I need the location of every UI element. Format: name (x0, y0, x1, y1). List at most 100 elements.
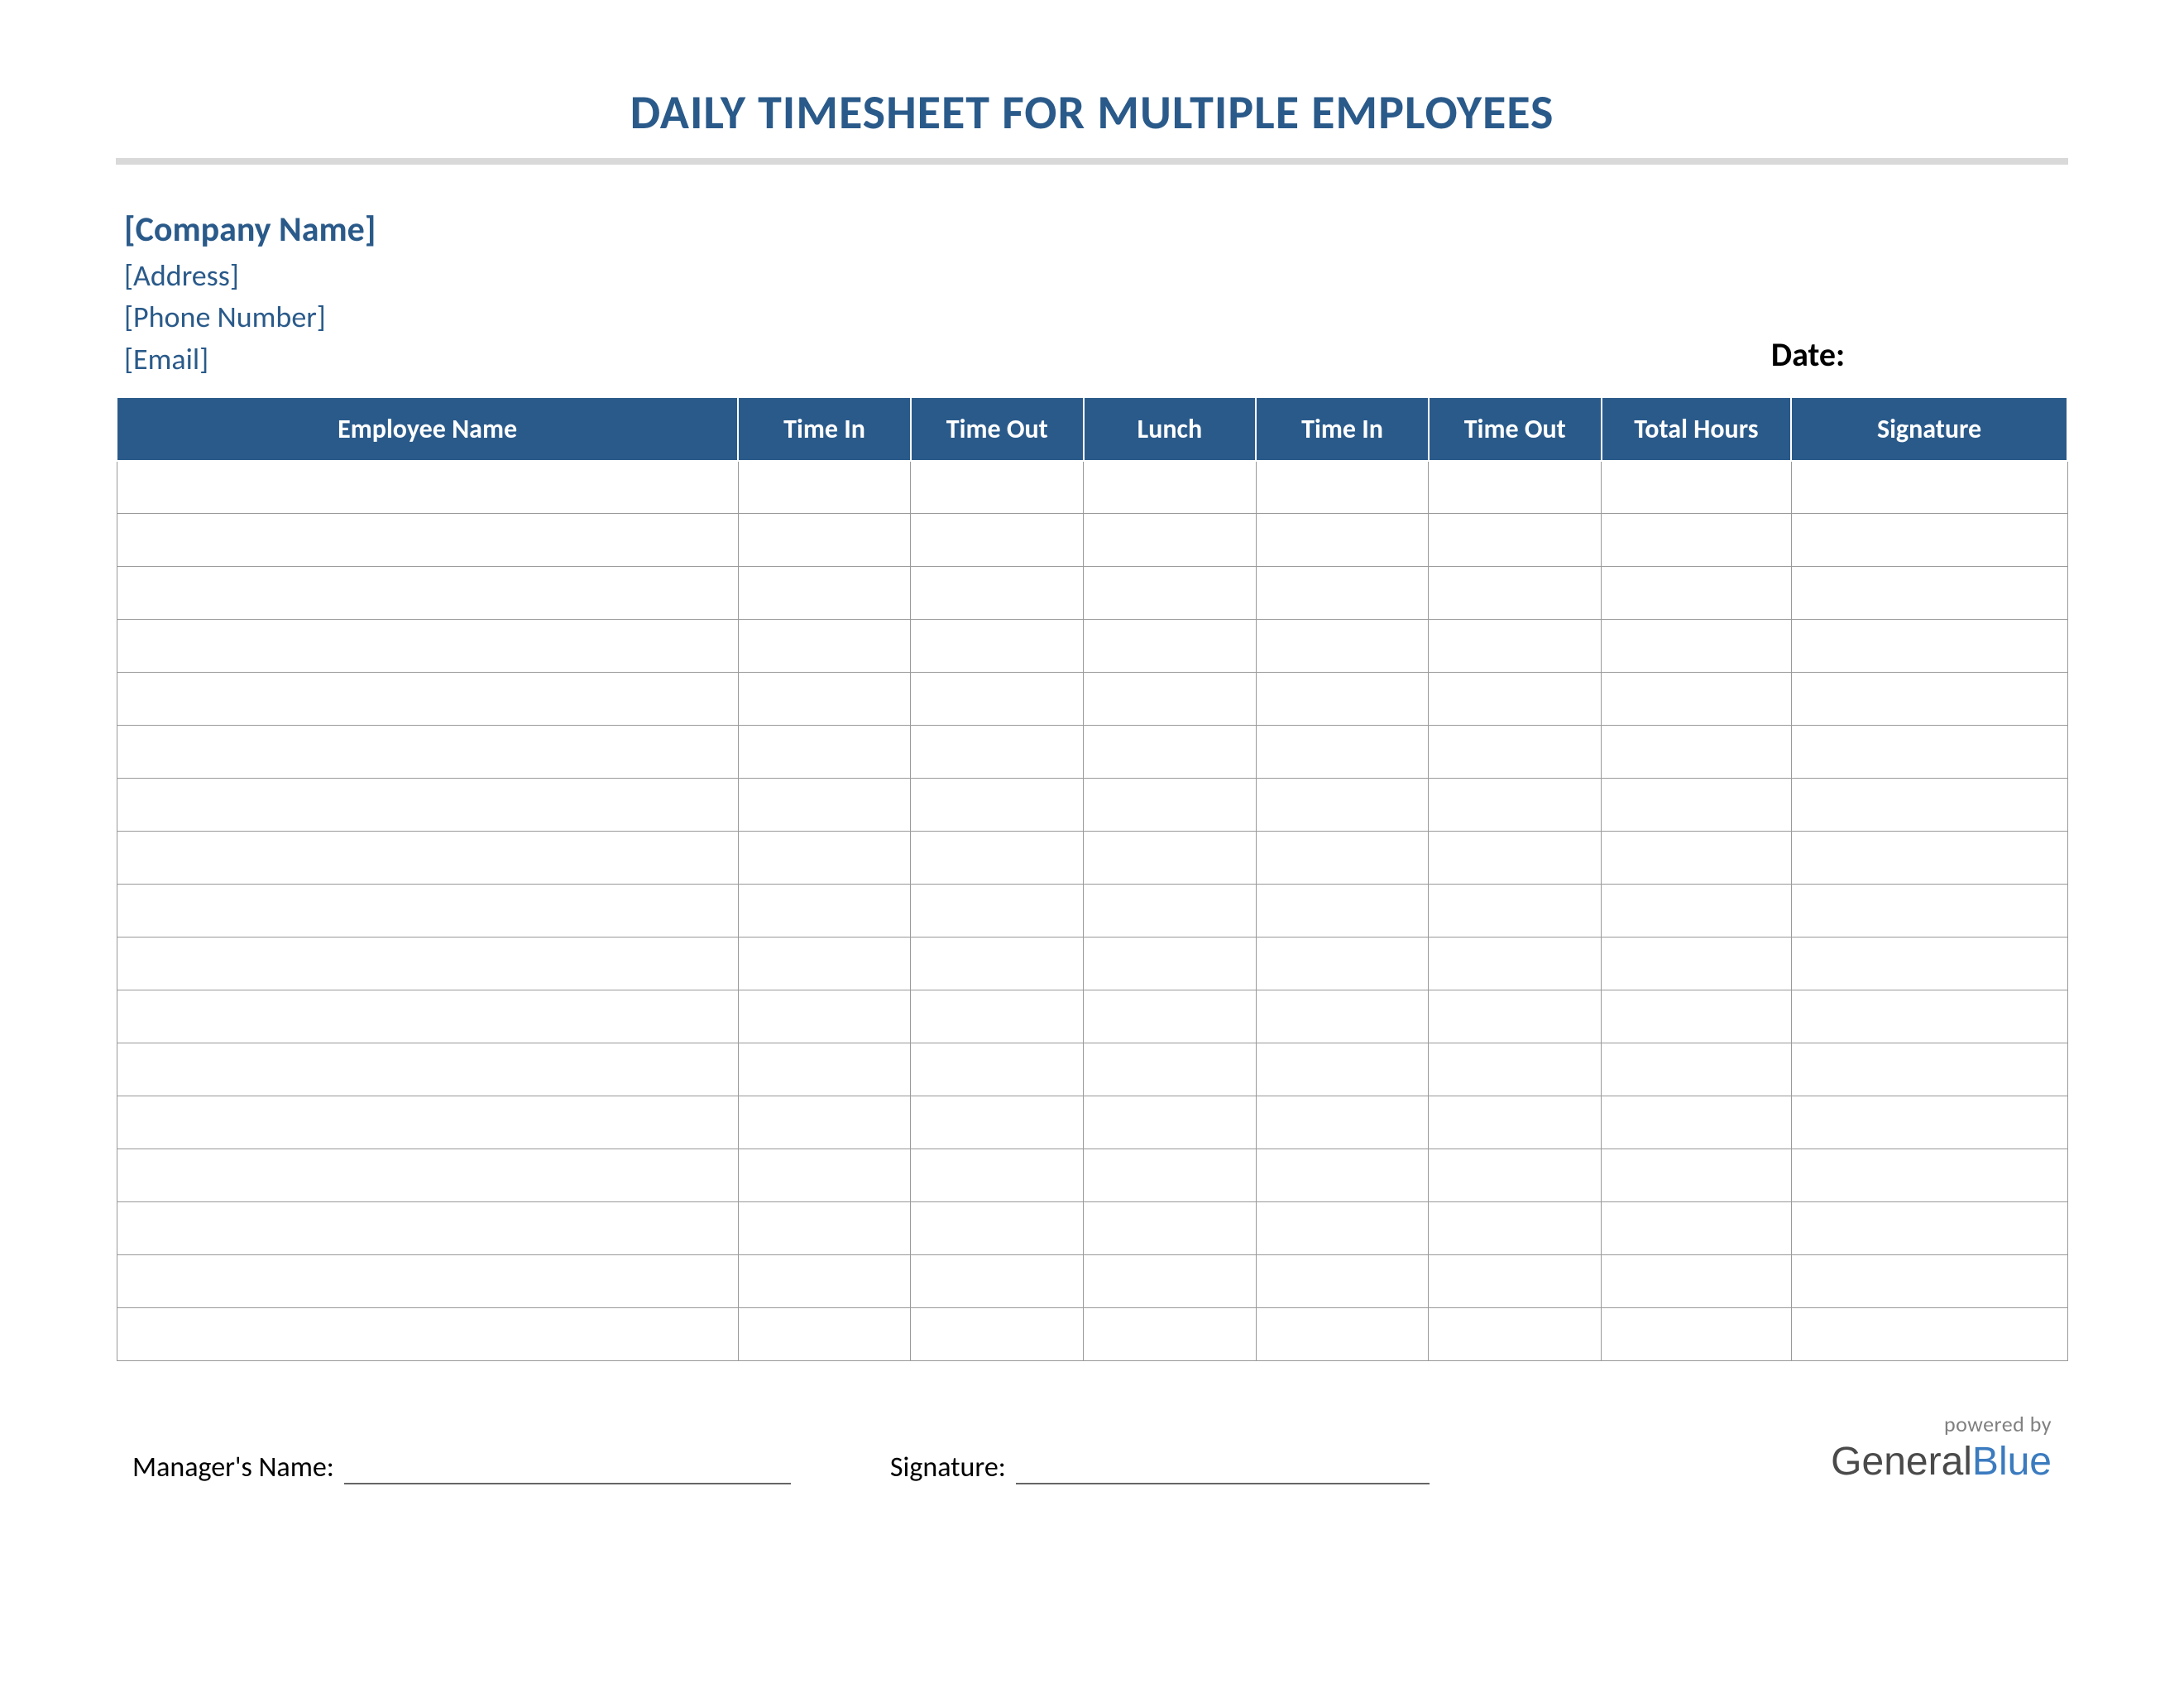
table-cell[interactable] (1429, 567, 1602, 620)
table-cell[interactable] (1602, 990, 1792, 1043)
table-cell[interactable] (1791, 726, 2067, 779)
table-cell[interactable] (911, 567, 1084, 620)
table-cell[interactable] (911, 620, 1084, 673)
table-cell[interactable] (1429, 779, 1602, 832)
manager-name-field[interactable]: Manager's Name: (132, 1451, 791, 1484)
table-cell[interactable] (1084, 938, 1257, 990)
table-cell[interactable] (1602, 1308, 1792, 1361)
table-cell[interactable] (117, 514, 738, 567)
table-cell[interactable] (911, 726, 1084, 779)
table-cell[interactable] (1084, 1043, 1257, 1096)
table-cell[interactable] (1256, 567, 1429, 620)
table-cell[interactable] (738, 1043, 911, 1096)
table-cell[interactable] (738, 514, 911, 567)
table-cell[interactable] (1084, 461, 1257, 514)
table-cell[interactable] (1256, 514, 1429, 567)
table-cell[interactable] (738, 726, 911, 779)
table-cell[interactable] (1084, 832, 1257, 885)
table-cell[interactable] (738, 1149, 911, 1202)
table-cell[interactable] (1791, 1255, 2067, 1308)
table-cell[interactable] (1256, 1308, 1429, 1361)
table-cell[interactable] (117, 673, 738, 726)
table-cell[interactable] (911, 938, 1084, 990)
table-cell[interactable] (911, 1096, 1084, 1149)
table-cell[interactable] (1429, 1202, 1602, 1255)
table-cell[interactable] (117, 779, 738, 832)
table-cell[interactable] (1429, 461, 1602, 514)
table-cell[interactable] (1791, 461, 2067, 514)
table-cell[interactable] (1602, 567, 1792, 620)
table-cell[interactable] (1084, 673, 1257, 726)
table-cell[interactable] (1791, 1149, 2067, 1202)
table-cell[interactable] (1602, 620, 1792, 673)
table-cell[interactable] (738, 1308, 911, 1361)
table-cell[interactable] (1602, 885, 1792, 938)
table-cell[interactable] (911, 1202, 1084, 1255)
table-cell[interactable] (738, 1096, 911, 1149)
table-cell[interactable] (117, 1255, 738, 1308)
table-cell[interactable] (1602, 938, 1792, 990)
manager-name-line[interactable] (344, 1451, 791, 1484)
table-cell[interactable] (1791, 779, 2067, 832)
table-cell[interactable] (911, 1043, 1084, 1096)
table-cell[interactable] (911, 461, 1084, 514)
table-cell[interactable] (738, 990, 911, 1043)
table-cell[interactable] (1429, 1308, 1602, 1361)
table-cell[interactable] (1791, 1202, 2067, 1255)
table-cell[interactable] (1084, 1255, 1257, 1308)
table-cell[interactable] (1084, 885, 1257, 938)
table-cell[interactable] (738, 832, 911, 885)
table-cell[interactable] (1084, 726, 1257, 779)
table-cell[interactable] (738, 779, 911, 832)
table-cell[interactable] (738, 567, 911, 620)
table-cell[interactable] (1602, 1043, 1792, 1096)
table-cell[interactable] (911, 514, 1084, 567)
table-cell[interactable] (117, 1202, 738, 1255)
table-cell[interactable] (1602, 1149, 1792, 1202)
table-cell[interactable] (1084, 1096, 1257, 1149)
table-cell[interactable] (1084, 567, 1257, 620)
table-cell[interactable] (1429, 990, 1602, 1043)
table-cell[interactable] (911, 1149, 1084, 1202)
table-cell[interactable] (117, 461, 738, 514)
table-cell[interactable] (1084, 1308, 1257, 1361)
table-cell[interactable] (1791, 673, 2067, 726)
signature-line[interactable] (1016, 1451, 1430, 1484)
table-cell[interactable] (1791, 990, 2067, 1043)
table-cell[interactable] (911, 832, 1084, 885)
table-cell[interactable] (1256, 938, 1429, 990)
table-cell[interactable] (738, 1202, 911, 1255)
table-cell[interactable] (117, 832, 738, 885)
table-cell[interactable] (1084, 1202, 1257, 1255)
company-phone[interactable]: [Phone Number] (124, 296, 376, 338)
table-cell[interactable] (1429, 1149, 1602, 1202)
table-cell[interactable] (911, 779, 1084, 832)
signature-field[interactable]: Signature: (890, 1451, 1430, 1484)
table-cell[interactable] (117, 567, 738, 620)
table-cell[interactable] (911, 990, 1084, 1043)
table-cell[interactable] (1429, 620, 1602, 673)
table-cell[interactable] (1602, 461, 1792, 514)
table-cell[interactable] (738, 1255, 911, 1308)
table-cell[interactable] (911, 673, 1084, 726)
table-cell[interactable] (1791, 620, 2067, 673)
table-cell[interactable] (1084, 514, 1257, 567)
table-cell[interactable] (117, 1043, 738, 1096)
table-cell[interactable] (911, 1255, 1084, 1308)
company-name[interactable]: [Company Name] (124, 206, 376, 255)
table-cell[interactable] (911, 885, 1084, 938)
table-cell[interactable] (1256, 461, 1429, 514)
table-cell[interactable] (738, 673, 911, 726)
table-cell[interactable] (117, 1149, 738, 1202)
company-email[interactable]: [Email] (124, 338, 376, 380)
table-cell[interactable] (1602, 1202, 1792, 1255)
table-cell[interactable] (1429, 1043, 1602, 1096)
table-cell[interactable] (1256, 832, 1429, 885)
table-cell[interactable] (1429, 726, 1602, 779)
table-cell[interactable] (1791, 832, 2067, 885)
table-cell[interactable] (1429, 885, 1602, 938)
table-cell[interactable] (117, 620, 738, 673)
table-cell[interactable] (1791, 514, 2067, 567)
table-cell[interactable] (1429, 1096, 1602, 1149)
table-cell[interactable] (1429, 1255, 1602, 1308)
